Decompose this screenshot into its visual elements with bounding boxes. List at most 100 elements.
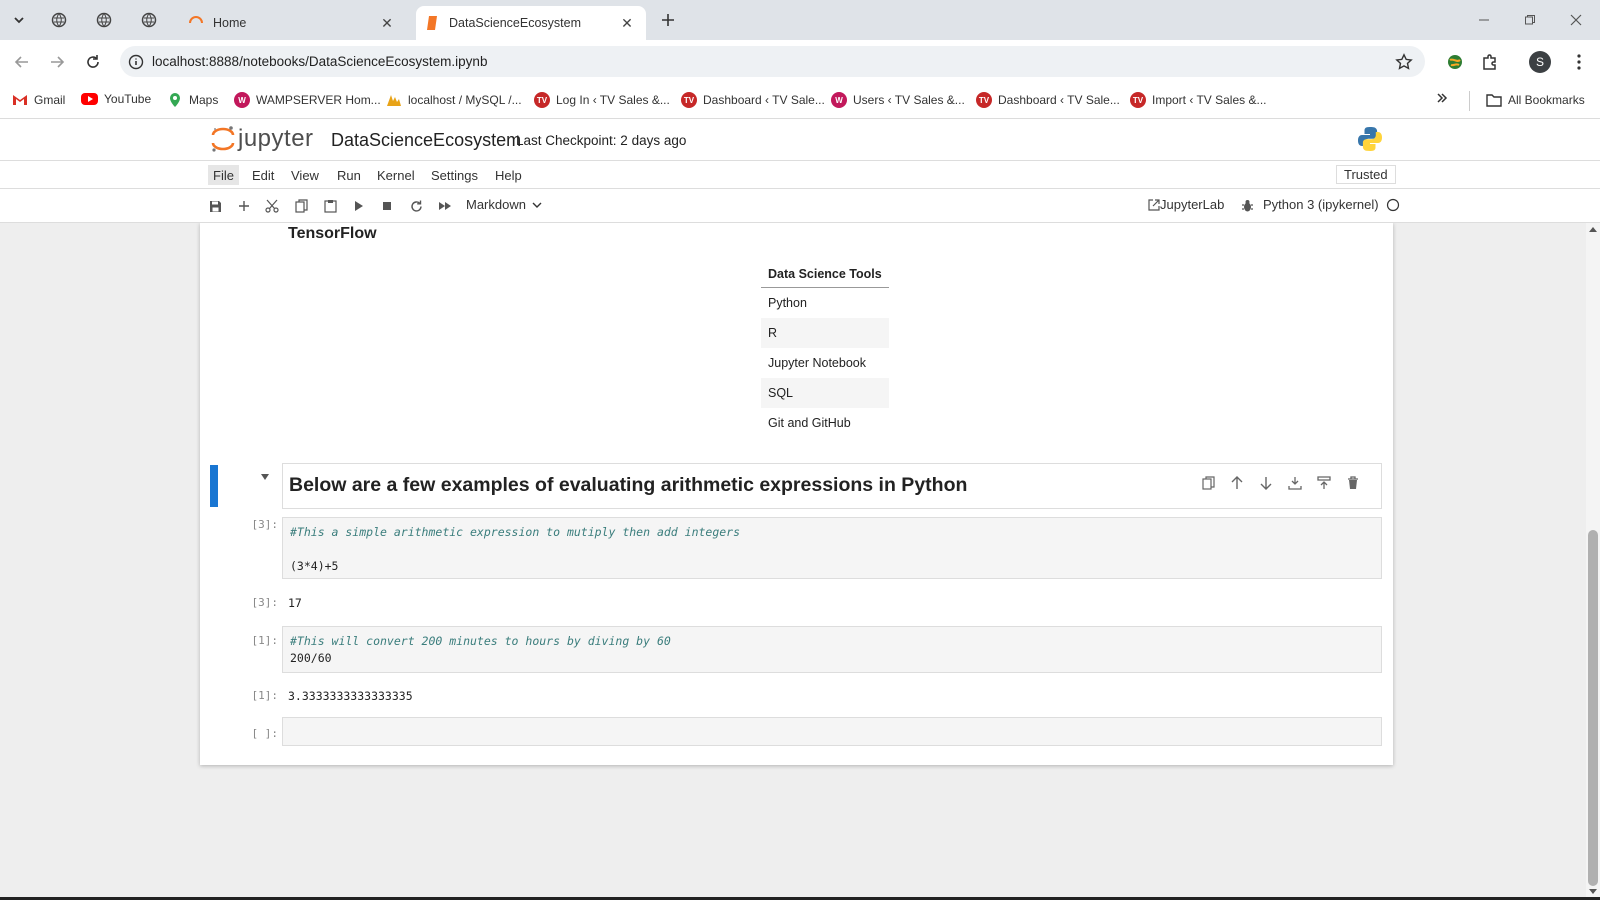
menu-help[interactable]: Help — [490, 165, 527, 185]
debugger-bug-icon[interactable] — [1238, 197, 1256, 215]
save-icon[interactable] — [206, 197, 224, 215]
close-icon[interactable]: ✕ — [378, 14, 396, 32]
tab-label: Home — [213, 16, 247, 30]
scrollbar-thumb[interactable] — [1588, 530, 1598, 886]
info-icon[interactable] — [128, 54, 144, 70]
reload-button[interactable] — [79, 48, 107, 76]
tab-label: DataScienceEcosystem — [449, 16, 582, 30]
scissors-icon[interactable] — [263, 197, 281, 215]
back-button[interactable] — [8, 48, 36, 76]
table-row: SQL — [761, 377, 889, 408]
divider — [1469, 91, 1470, 111]
address-bar[interactable]: localhost:8888/notebooks/DataScienceEcos… — [120, 46, 1425, 77]
browser-menu-button[interactable] — [1566, 49, 1592, 75]
pinned-tab-1[interactable] — [37, 4, 81, 36]
open-jupyterlab-link[interactable]: JupyterLab — [1148, 197, 1224, 212]
code-comment: #This will convert 200 minutes to hours … — [290, 634, 671, 648]
move-down-arrow-icon[interactable] — [1258, 475, 1274, 491]
chevron-down-icon — [13, 14, 25, 26]
menu-run[interactable]: Run — [332, 165, 366, 185]
bookmark-users-tv-sales[interactable]: W Users ‹ TV Sales &... — [831, 92, 965, 108]
bookmark-phpmyadmin[interactable]: localhost / MySQL /... — [386, 92, 522, 108]
empty-code-cell[interactable] — [282, 717, 1382, 746]
trusted-indicator[interactable]: Trusted — [1336, 165, 1396, 184]
code-cell-input[interactable]: #This will convert 200 minutes to hours … — [282, 626, 1382, 673]
tab-datascienceecosystem[interactable]: DataScienceEcosystem ✕ — [416, 6, 646, 40]
phpmyadmin-icon — [386, 92, 402, 108]
bookmark-wampserver[interactable]: W WAMPSERVER Hom... — [234, 92, 381, 108]
table-header: Data Science Tools — [761, 261, 889, 288]
collapse-caret-icon[interactable] — [260, 473, 270, 481]
notebook-title[interactable]: DataScienceEcosystem — [331, 130, 521, 151]
scroll-down-arrow-icon[interactable] — [1589, 889, 1597, 895]
globe-icon — [51, 12, 67, 28]
extension-globe-icon[interactable] — [1442, 49, 1468, 75]
delete-trash-icon[interactable] — [1345, 475, 1361, 491]
paste-icon[interactable] — [321, 197, 339, 215]
tab-search-button[interactable] — [6, 7, 32, 33]
scroll-up-arrow-icon[interactable] — [1589, 226, 1597, 232]
stop-icon[interactable] — [378, 197, 396, 215]
all-bookmarks-button[interactable]: All Bookmarks — [1486, 92, 1585, 108]
minimize-button[interactable] — [1462, 8, 1506, 32]
tab-home[interactable]: Home ✕ — [178, 6, 406, 40]
input-prompt: [ ]: — [251, 727, 279, 740]
code-line: 200/60 — [290, 651, 332, 665]
run-icon[interactable] — [350, 197, 368, 215]
insert-below-icon[interactable] — [1287, 475, 1303, 491]
bookmark-gmail[interactable]: Gmail — [12, 92, 65, 108]
copy-icon[interactable] — [292, 197, 310, 215]
output-prompt: [3]: — [251, 596, 279, 609]
pinned-tab-2[interactable] — [82, 4, 126, 36]
notebook-sheet: TensorFlow Data Science Tools Python R J… — [200, 223, 1393, 765]
menu-settings[interactable]: Settings — [426, 165, 483, 185]
bookmark-maps[interactable]: Maps — [167, 92, 218, 108]
bookmark-label: YouTube — [104, 92, 152, 106]
bookmark-import-tv-sales[interactable]: TV Import ‹ TV Sales &... — [1130, 92, 1266, 108]
bookmark-label: Log In ‹ TV Sales &... — [556, 93, 670, 107]
notebook-panel: TensorFlow Data Science Tools Python R J… — [0, 223, 1586, 900]
markdown-cell[interactable]: Below are a few examples of evaluating a… — [282, 463, 1382, 509]
bookmark-login-tv-sales[interactable]: TV Log In ‹ TV Sales &... — [534, 92, 670, 108]
input-prompt: [1]: — [251, 634, 279, 647]
star-icon[interactable] — [1395, 52, 1413, 71]
duplicate-cell-icon[interactable] — [1200, 475, 1216, 491]
bookmark-youtube[interactable]: YouTube — [81, 92, 151, 106]
close-icon[interactable]: ✕ — [618, 14, 636, 32]
code-cell-input[interactable]: #This a simple arithmetic expression to … — [282, 517, 1382, 579]
code-comment: #This a simple arithmetic expression to … — [290, 525, 741, 539]
python-logo-icon — [1357, 126, 1383, 152]
new-tab-button[interactable] — [655, 7, 681, 33]
forward-button[interactable] — [43, 48, 71, 76]
plus-icon[interactable] — [235, 197, 253, 215]
bookmark-dashboard-tv-sales-1[interactable]: TV Dashboard ‹ TV Sale... — [681, 92, 825, 108]
menu-edit[interactable]: Edit — [247, 165, 279, 185]
table-row: Jupyter Notebook — [768, 355, 866, 370]
cell-output: 3.3333333333333335 — [288, 689, 413, 703]
restart-icon[interactable] — [407, 197, 425, 215]
more-bookmarks-button[interactable] — [1436, 92, 1448, 104]
fast-forward-icon[interactable] — [436, 197, 454, 215]
notebook-toolbar: Markdown JupyterLab Python 3 (ipykernel) — [0, 189, 1600, 223]
menu-file[interactable]: File — [208, 165, 239, 185]
restore-button[interactable] — [1508, 8, 1552, 32]
gmail-icon — [12, 92, 28, 108]
pinned-tab-3[interactable] — [127, 4, 171, 36]
kernel-status[interactable]: Python 3 (ipykernel) — [1263, 197, 1400, 212]
vertical-scrollbar[interactable] — [1586, 223, 1600, 900]
extensions-puzzle-icon[interactable] — [1477, 49, 1503, 75]
insert-above-icon[interactable] — [1316, 475, 1332, 491]
tv-sales-icon: TV — [681, 92, 697, 108]
menu-kernel[interactable]: Kernel — [372, 165, 420, 185]
jupyter-logo-text: jupyter — [238, 125, 314, 152]
bookmark-dashboard-tv-sales-2[interactable]: TV Dashboard ‹ TV Sale... — [976, 92, 1120, 108]
url-text: localhost:8888/notebooks/DataScienceEcos… — [152, 54, 488, 69]
close-window-button[interactable] — [1554, 8, 1598, 32]
menu-view[interactable]: View — [286, 165, 324, 185]
jupyter-logo[interactable]: jupyter — [210, 125, 314, 153]
cell-type-select[interactable]: Markdown — [466, 197, 542, 212]
move-up-arrow-icon[interactable] — [1229, 475, 1245, 491]
reload-icon — [85, 54, 101, 70]
bookmarks-bar: Gmail YouTube Maps W WAMPSERVER Hom... l… — [0, 83, 1600, 119]
profile-avatar[interactable]: S — [1527, 49, 1553, 75]
